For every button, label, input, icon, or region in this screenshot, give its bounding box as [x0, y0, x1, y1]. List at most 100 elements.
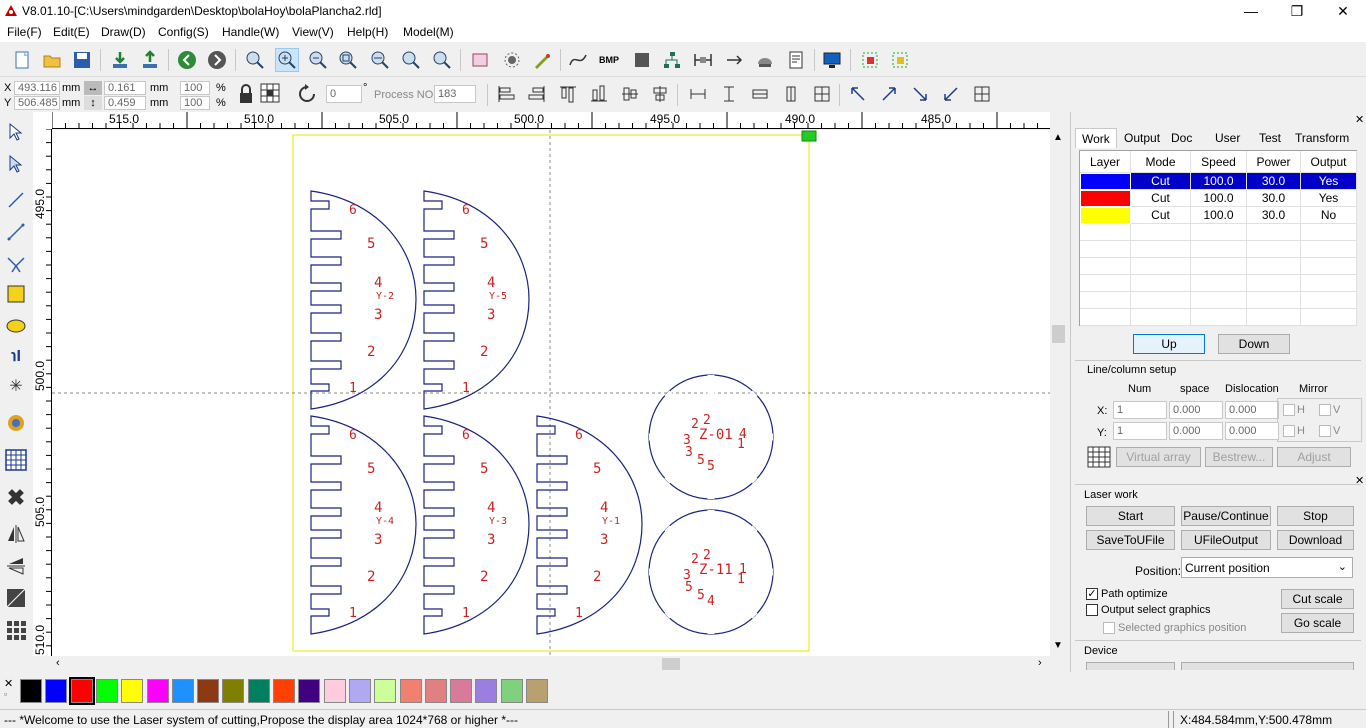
y-field[interactable]: 506.485 — [14, 96, 60, 110]
target-icon[interactable] — [500, 48, 524, 72]
pen-icon[interactable] — [530, 48, 554, 72]
process-no-field[interactable]: 183 — [434, 85, 476, 103]
align-bottom-icon[interactable] — [587, 82, 611, 106]
array-grid-icon[interactable] — [1087, 446, 1111, 468]
x-num-field[interactable]: 1 — [1113, 401, 1167, 419]
lock-ratio-icon[interactable] — [236, 82, 256, 106]
laser-head-icon[interactable] — [753, 48, 777, 72]
palette-swatch[interactable] — [146, 679, 169, 703]
image-tool-icon[interactable] — [4, 586, 28, 610]
ellipse-tool-icon[interactable] — [4, 314, 28, 338]
tree-icon[interactable] — [660, 48, 684, 72]
zoom-all-icon[interactable] — [368, 48, 392, 72]
width-field[interactable]: 0.161 — [104, 81, 146, 95]
y-num-field[interactable]: 1 — [1113, 422, 1167, 440]
delete-tool-icon[interactable]: ✖ — [4, 485, 28, 510]
menu-help[interactable]: Help(H) — [347, 25, 388, 39]
virtual-array-button[interactable]: Virtual array — [1116, 447, 1201, 467]
scroll-left-icon[interactable]: ‹ — [56, 657, 60, 669]
tab-test[interactable]: Test — [1253, 128, 1287, 148]
tab-doc[interactable]: Doc — [1165, 128, 1198, 148]
grid-array-icon[interactable] — [4, 618, 28, 642]
palette-swatch[interactable] — [247, 679, 270, 703]
curve-icon[interactable] — [566, 48, 590, 72]
save-icon[interactable] — [70, 48, 94, 72]
drawing-canvas[interactable]: 6 5 4 Y-2 3 2 1 6 5 4 Y-5 3 2 1 6 5 4 Y-4 3 2 1 6 5 4 Y-3 3 2 1 6 5 4 Y… — [52, 130, 1050, 656]
center-page-icon[interactable] — [810, 82, 834, 106]
select-red-icon[interactable] — [858, 48, 882, 72]
tab-user[interactable]: User — [1209, 128, 1246, 148]
ufile-output-button[interactable]: UFileOutput — [1181, 530, 1271, 550]
menu-edit[interactable]: Edit(E) — [53, 25, 90, 39]
stop-button[interactable]: Stop — [1277, 506, 1354, 526]
zoom-pan-icon[interactable] — [243, 48, 267, 72]
palette-swatch[interactable] — [424, 679, 447, 703]
move-bottom-left-icon[interactable] — [939, 82, 963, 106]
text-tool-icon[interactable]: ℩I — [4, 344, 28, 368]
palette-swatch[interactable] — [323, 679, 346, 703]
fill-square-icon[interactable] — [630, 48, 654, 72]
align-hcenter-icon[interactable] — [618, 82, 642, 106]
frame-icon[interactable] — [468, 48, 492, 72]
device-button[interactable] — [1086, 662, 1175, 670]
zoom-out-icon[interactable] — [306, 48, 330, 72]
new-file-icon[interactable] — [10, 48, 34, 72]
horizontal-scroll-thumb[interactable] — [662, 658, 680, 670]
selected-position-checkbox[interactable] — [1103, 622, 1115, 634]
v-space-icon[interactable] — [779, 82, 803, 106]
polyline-tool-icon[interactable] — [4, 220, 28, 244]
mirror-v-icon[interactable] — [4, 554, 28, 578]
go-scale-button[interactable]: Go scale — [1281, 613, 1354, 633]
height-field[interactable]: 0.459 — [104, 96, 146, 110]
same-width-icon[interactable] — [686, 82, 710, 106]
rotate-icon[interactable] — [296, 83, 318, 105]
x-space-field[interactable]: 0.000 — [1169, 401, 1223, 419]
camera-icon[interactable] — [4, 412, 28, 436]
pause-continue-button[interactable]: Pause/Continue — [1181, 506, 1271, 526]
save-to-ufile-button[interactable]: SaveToUFile — [1086, 530, 1175, 550]
palette-swatch[interactable] — [197, 679, 220, 703]
height-lock-icon[interactable]: ↕ — [84, 96, 102, 110]
rectangle-tool-icon[interactable] — [4, 282, 28, 306]
palette-swatch[interactable] — [374, 679, 397, 703]
palette-swatch[interactable] — [348, 679, 371, 703]
x-field[interactable]: 493.116 — [14, 81, 60, 95]
palette-swatch[interactable] — [399, 679, 422, 703]
width-lock-icon[interactable]: ↔ — [84, 81, 102, 95]
scale-y-field[interactable]: 100 — [180, 96, 210, 110]
y-mirror-h-checkbox[interactable] — [1283, 425, 1295, 437]
down-button[interactable]: Down — [1218, 334, 1290, 354]
move-bottom-right-icon[interactable] — [908, 82, 932, 106]
palette-swatch[interactable] — [45, 679, 68, 703]
y-mirror-v-checkbox[interactable] — [1319, 425, 1331, 437]
menu-draw[interactable]: Draw(D) — [101, 25, 146, 39]
tab-transform[interactable]: Transform — [1289, 128, 1355, 148]
device-select[interactable] — [1181, 662, 1354, 670]
palette-swatch[interactable] — [121, 679, 144, 703]
close-button[interactable]: ✕ — [1320, 0, 1366, 22]
select-arrow-icon[interactable] — [4, 120, 28, 144]
scroll-up-icon[interactable]: ▲ — [1053, 132, 1063, 143]
menu-handle[interactable]: Handle(W) — [222, 25, 279, 39]
menu-view[interactable]: View(V) — [292, 25, 334, 39]
forward-arrow-icon[interactable] — [205, 48, 229, 72]
scale-x-field[interactable]: 100 — [180, 81, 210, 95]
node-edit-icon[interactable] — [4, 152, 28, 176]
palette-swatch[interactable] — [222, 679, 245, 703]
align-right-icon[interactable] — [525, 82, 549, 106]
y-space-field[interactable]: 0.000 — [1169, 422, 1223, 440]
align-vcenter-icon[interactable] — [648, 82, 672, 106]
h-dist-icon[interactable] — [691, 48, 715, 72]
open-folder-icon[interactable] — [40, 48, 64, 72]
export-icon[interactable] — [138, 48, 162, 72]
layer-row[interactable]: Cut 100.0 30.0 No — [1080, 207, 1357, 224]
grid-select-icon[interactable] — [259, 82, 281, 106]
palette-swatch[interactable] — [68, 677, 95, 705]
line-tool-icon[interactable] — [4, 188, 28, 212]
panel-close-icon[interactable]: ✕ — [1355, 113, 1364, 126]
align-left-icon[interactable] — [494, 82, 518, 106]
tab-output[interactable]: Output — [1118, 128, 1166, 148]
select-yellow-icon[interactable] — [888, 48, 912, 72]
tab-work[interactable]: Work — [1075, 128, 1117, 148]
x-mirror-v-checkbox[interactable] — [1319, 404, 1331, 416]
